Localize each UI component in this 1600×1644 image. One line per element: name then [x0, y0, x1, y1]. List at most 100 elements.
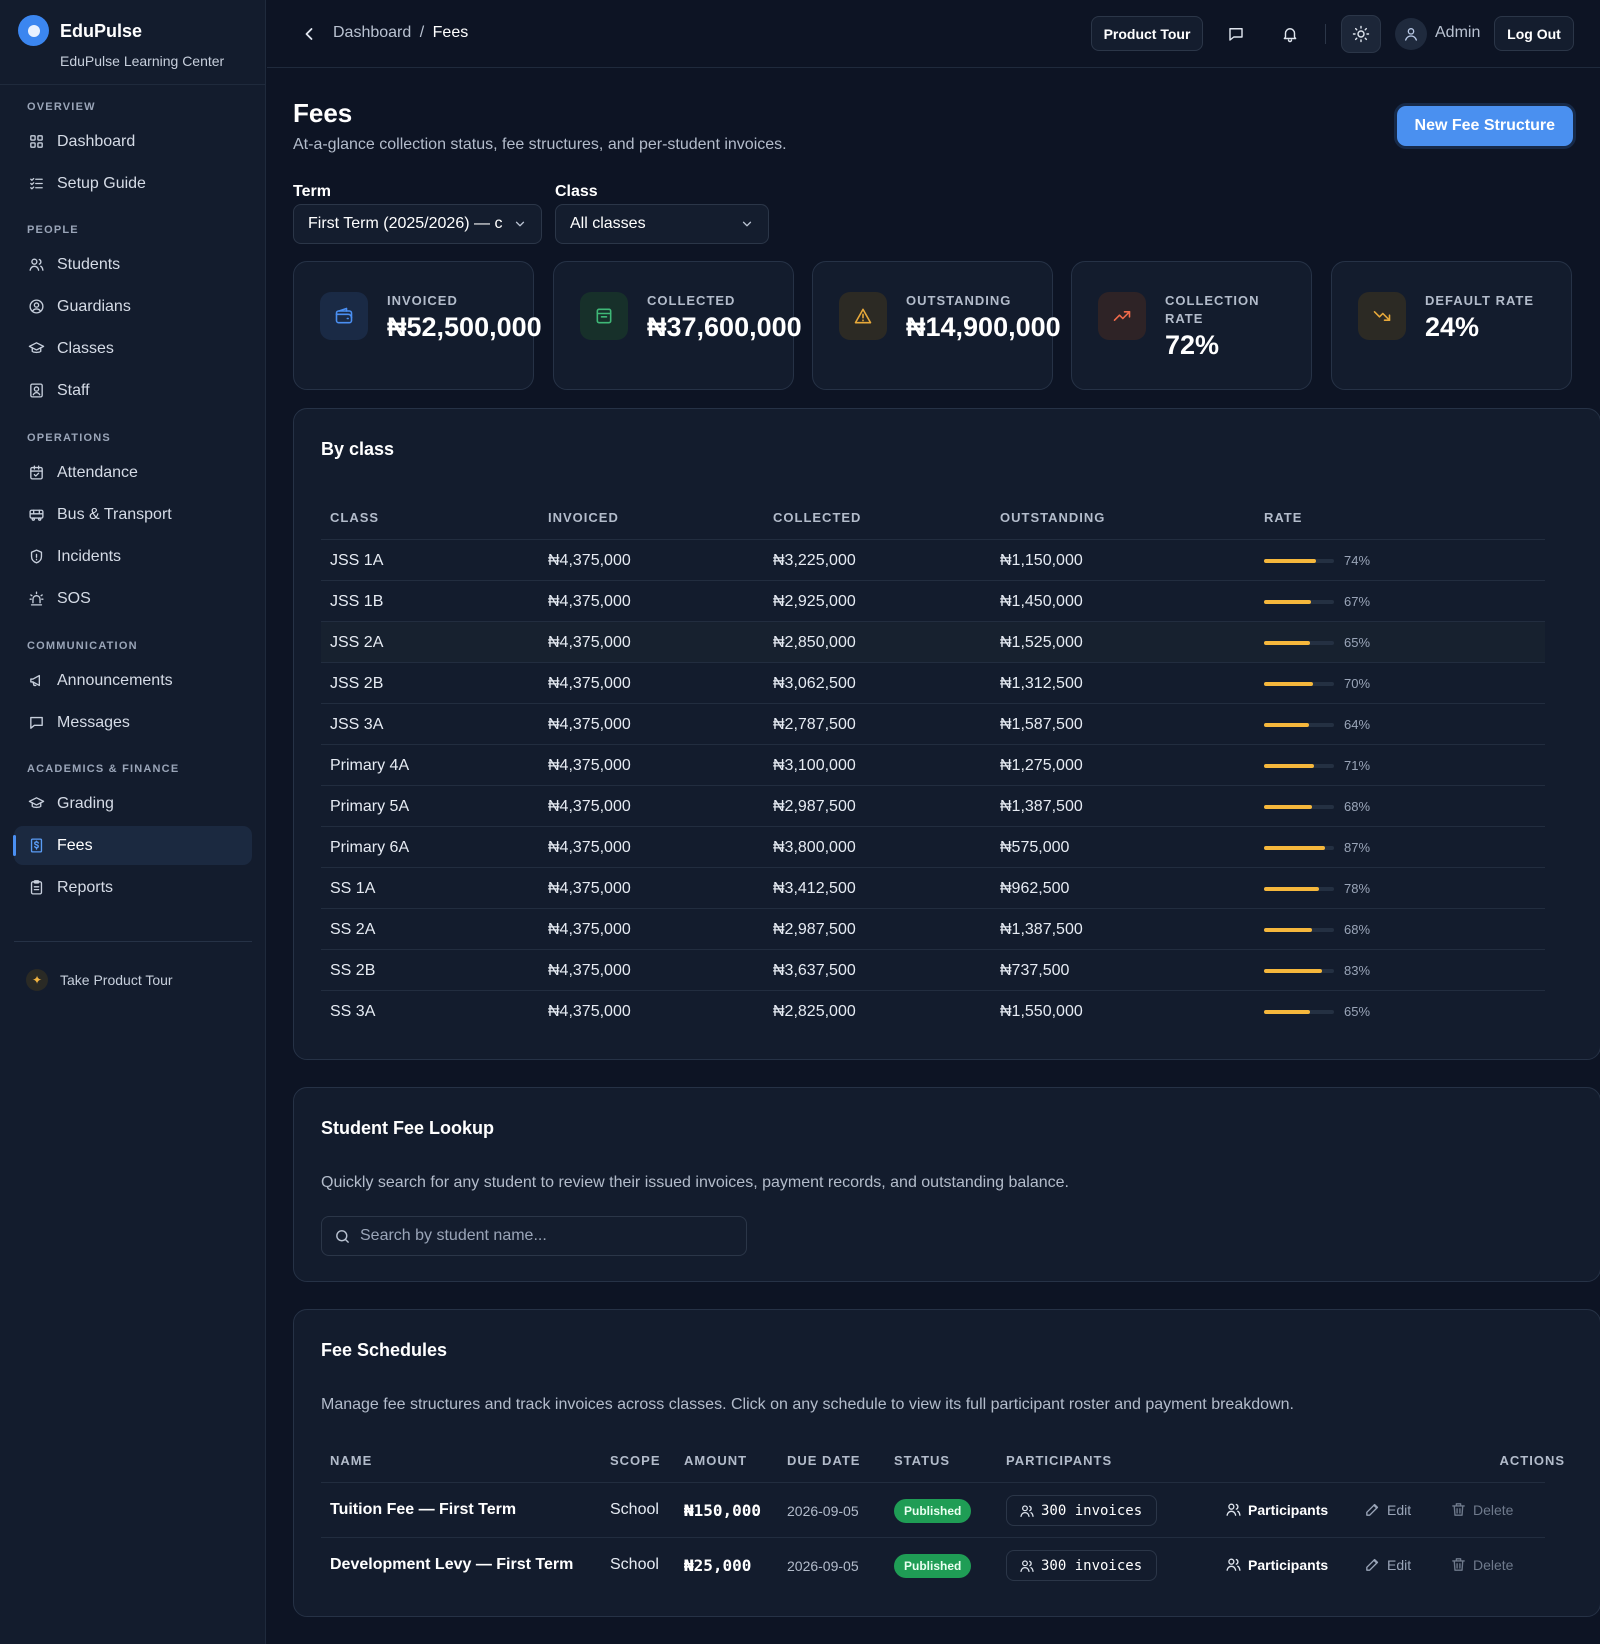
id-badge-icon — [30, 383, 43, 398]
sidebar-item-label: Messages — [57, 713, 130, 731]
table-row[interactable]: JSS 3A ₦4,375,000 ₦2,787,500 ₦1,587,500 … — [321, 703, 1545, 744]
class-select[interactable]: All classes — [555, 204, 769, 244]
back-arrow-icon[interactable] — [299, 24, 319, 44]
bell-icon — [1283, 28, 1297, 43]
collected-cell: ₦2,787,500 — [773, 716, 856, 733]
receipt-icon — [30, 838, 43, 853]
stat-card-invoiced: INVOICED ₦52,500,000 — [293, 261, 542, 390]
collected-cell: ₦2,987,500 — [773, 798, 856, 815]
table-row[interactable]: JSS 2A ₦4,375,000 ₦2,850,000 ₦1,525,000 … — [321, 621, 1545, 662]
column-header-participants: PARTICIPANTS — [1006, 1453, 1113, 1468]
messages-button[interactable] — [1219, 17, 1253, 51]
sidebar-item-students[interactable]: Students — [14, 245, 252, 284]
users-icon — [29, 258, 44, 271]
sidebar-item-sos[interactable]: SOS — [14, 579, 252, 618]
fee-schedule-row[interactable]: Development Levy — First Term School ₦25… — [321, 1537, 1545, 1592]
sidebar-item-announcements[interactable]: Announcements — [14, 661, 252, 700]
logout-button[interactable]: Log Out — [1494, 16, 1574, 51]
class-select-value: All classes — [570, 215, 646, 232]
sidebar-item-guardians[interactable]: Guardians — [14, 287, 252, 326]
stat-value: 24% — [1425, 312, 1480, 342]
sidebar-section-academics-and-finance: ACADEMICS & FINANCE — [27, 763, 180, 775]
class-cell: JSS 2A — [330, 634, 384, 651]
sidebar-item-fees[interactable]: Fees — [13, 826, 252, 865]
edit-button[interactable]: Edit — [1364, 1556, 1411, 1573]
rate-bar-fill — [1264, 969, 1323, 973]
take-product-tour-link[interactable]: ✦ Take Product Tour — [26, 969, 173, 991]
stat-value: ₦52,500,000 — [387, 312, 542, 342]
breadcrumb-parent[interactable]: Dashboard — [333, 24, 411, 41]
collected-cell: ₦3,100,000 — [773, 757, 856, 774]
theme-toggle-button[interactable] — [1341, 15, 1381, 53]
participants-button[interactable]: Participants — [1225, 1501, 1328, 1518]
outstanding-cell: ₦1,450,000 — [1000, 593, 1083, 610]
sidebar-item-staff[interactable]: Staff — [14, 371, 252, 410]
table-row[interactable]: JSS 1A ₦4,375,000 ₦3,225,000 ₦1,150,000 … — [321, 539, 1545, 580]
sidebar-item-setup-guide[interactable]: Setup Guide — [14, 164, 252, 203]
checklist-icon — [30, 177, 43, 190]
term-select-value: First Term (2025/2026) — c — [308, 215, 503, 232]
class-cell: SS 2B — [330, 962, 376, 979]
rate-bar — [1264, 682, 1334, 686]
delete-button[interactable]: Delete — [1450, 1501, 1513, 1518]
student-search-input[interactable]: Search by student name... — [321, 1216, 747, 1256]
inbox-icon — [596, 308, 612, 324]
schedule-scope: School — [610, 1501, 659, 1518]
class-cell: JSS 1A — [330, 552, 384, 569]
table-row[interactable]: SS 1A ₦4,375,000 ₦3,412,500 ₦962,500 78% — [321, 867, 1545, 908]
edit-button[interactable]: Edit — [1364, 1501, 1411, 1518]
invoices-count-pill[interactable]: 300 invoices — [1006, 1550, 1158, 1581]
invoiced-cell: ₦4,375,000 — [548, 962, 631, 979]
column-header-collected: COLLECTED — [773, 510, 862, 525]
table-row[interactable]: SS 2B ₦4,375,000 ₦3,637,500 ₦737,500 83% — [321, 949, 1545, 990]
sidebar-item-reports[interactable]: Reports — [14, 868, 252, 907]
column-header-class: CLASS — [330, 510, 380, 525]
sidebar-item-grading[interactable]: Grading — [14, 784, 252, 823]
sidebar-item-dashboard[interactable]: Dashboard — [14, 122, 252, 161]
sidebar-item-messages[interactable]: Messages — [14, 703, 252, 742]
sidebar-item-label: Announcements — [57, 671, 173, 689]
delete-button[interactable]: Delete — [1450, 1556, 1513, 1573]
sidebar-item-incidents[interactable]: Incidents — [14, 537, 252, 576]
term-select[interactable]: First Term (2025/2026) — c — [293, 204, 542, 244]
chevron-down-icon — [515, 221, 525, 227]
participants-button[interactable]: Participants — [1225, 1556, 1328, 1573]
notifications-button[interactable] — [1273, 17, 1307, 51]
search-icon — [336, 1229, 349, 1243]
sidebar-item-bus-and-transport[interactable]: Bus & Transport — [14, 495, 252, 534]
product-tour-button[interactable]: Product Tour — [1091, 16, 1203, 51]
table-row[interactable]: Primary 5A ₦4,375,000 ₦2,987,500 ₦1,387,… — [321, 785, 1545, 826]
invoices-count-pill[interactable]: 300 invoices — [1006, 1495, 1158, 1526]
invoiced-cell: ₦4,375,000 — [548, 839, 631, 856]
table-row[interactable]: JSS 1B ₦4,375,000 ₦2,925,000 ₦1,450,000 … — [321, 580, 1545, 621]
avatar[interactable] — [1395, 18, 1427, 50]
trash-icon — [1452, 1503, 1465, 1516]
take-product-tour-label: Take Product Tour — [60, 972, 173, 988]
breadcrumb: Dashboard / Fees — [333, 24, 468, 42]
sidebar-item-classes[interactable]: Classes — [14, 329, 252, 368]
new-fee-structure-button[interactable]: New Fee Structure — [1396, 106, 1573, 146]
term-label: Term — [293, 183, 331, 200]
invoiced-cell: ₦4,375,000 — [548, 716, 631, 733]
stat-value: ₦37,600,000 — [647, 312, 802, 342]
stat-icon-box — [320, 292, 368, 340]
table-row[interactable]: SS 2A ₦4,375,000 ₦2,987,500 ₦1,387,500 6… — [321, 908, 1545, 949]
rate-bar-fill — [1264, 928, 1312, 932]
table-row[interactable]: JSS 2B ₦4,375,000 ₦3,062,500 ₦1,312,500 … — [321, 662, 1545, 703]
schedule-amount: ₦25,000 — [684, 1556, 752, 1575]
rate-label: 65% — [1344, 1004, 1371, 1019]
fee-schedule-row[interactable]: Tuition Fee — First Term School ₦150,000… — [321, 1482, 1545, 1537]
table-row[interactable]: Primary 4A ₦4,375,000 ₦3,100,000 ₦1,275,… — [321, 744, 1545, 785]
trash-icon — [1452, 1558, 1465, 1571]
rate-bar — [1264, 1010, 1334, 1014]
invoices-count: 300 invoices — [1041, 1557, 1143, 1574]
brand-subtitle: EduPulse Learning Center — [60, 53, 225, 69]
sidebar-item-attendance[interactable]: Attendance — [14, 453, 252, 492]
table-row[interactable]: SS 3A ₦4,375,000 ₦2,825,000 ₦1,550,000 6… — [321, 990, 1545, 1031]
user-circle-icon — [29, 299, 44, 314]
rate-bar-fill — [1264, 600, 1311, 604]
table-row[interactable]: Primary 6A ₦4,375,000 ₦3,800,000 ₦575,00… — [321, 826, 1545, 867]
class-cell: Primary 5A — [330, 798, 410, 815]
message-icon — [30, 716, 43, 729]
user-name: Admin — [1435, 24, 1481, 41]
